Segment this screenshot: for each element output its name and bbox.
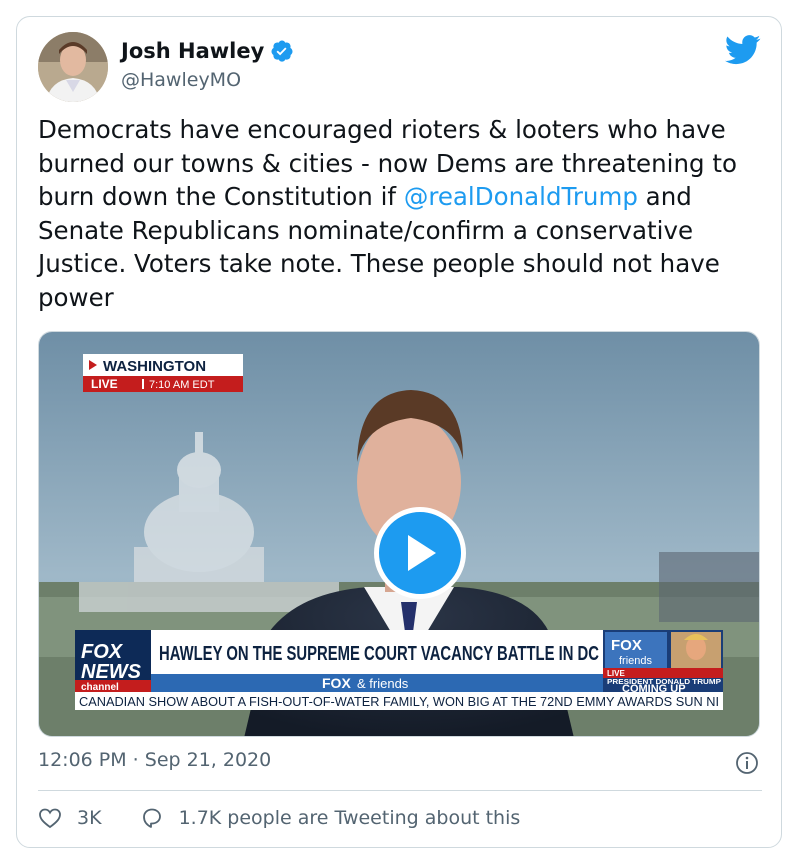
news-ticker: CANADIAN SHOW ABOUT A FISH-OUT-OF-WATER … — [79, 694, 719, 709]
show-name-2: & friends — [357, 676, 409, 691]
author-handle[interactable]: @HawleyMO — [121, 69, 241, 91]
live-label: LIVE — [91, 377, 118, 391]
play-button[interactable] — [374, 507, 466, 599]
verified-badge-icon — [271, 40, 293, 62]
location-label: WASHINGTON — [103, 358, 206, 375]
like-button[interactable]: 3K — [38, 806, 102, 830]
promo-logo-2: friends — [619, 655, 653, 667]
tweet-timestamp[interactable]: 12:06 PM · Sep 21, 2020 — [38, 749, 271, 771]
play-icon — [408, 535, 436, 571]
headline: HAWLEY ON THE SUPREME COURT VACANCY BATT… — [159, 643, 599, 665]
heart-icon — [39, 808, 61, 829]
conversation-text: 1.7K people are Tweeting about this — [178, 807, 521, 829]
location-bug: WASHINGTON LIVE 7:10 AM EDT — [83, 354, 243, 392]
avatar[interactable] — [38, 32, 108, 102]
like-count: 3K — [77, 807, 102, 829]
author-name[interactable]: Josh Hawley — [121, 39, 264, 63]
network-logo-3: channel — [81, 682, 119, 693]
avatar-image — [38, 32, 108, 102]
info-icon[interactable] — [735, 751, 759, 775]
reply-bubble-icon — [142, 808, 161, 828]
video-player[interactable]: WASHINGTON LIVE 7:10 AM EDT FOX NEWS cha… — [38, 331, 760, 737]
promo-logo-1: FOX — [611, 637, 642, 654]
network-logo-1: FOX — [81, 641, 124, 663]
twitter-bird-icon[interactable] — [725, 35, 761, 65]
lower-third: FOX NEWS channel HAWLEY ON THE SUPREME C… — [75, 630, 723, 710]
mention-link[interactable]: @realDonaldTrump — [404, 182, 638, 211]
show-name-1: FOX — [322, 675, 351, 691]
author-name-row[interactable]: Josh Hawley — [121, 39, 294, 63]
tweet-text: Democrats have encouraged rioters & loot… — [38, 113, 768, 314]
live-time: 7:10 AM EDT — [149, 379, 215, 391]
divider — [38, 790, 762, 791]
engagement-bar: 3K 1.7K people are Tweeting about this — [38, 806, 520, 830]
conversation-link[interactable]: 1.7K people are Tweeting about this — [140, 806, 521, 830]
tweet-card[interactable]: Josh Hawley @HawleyMO Democrats have enc… — [16, 16, 782, 848]
network-logo-2: NEWS — [81, 661, 142, 683]
